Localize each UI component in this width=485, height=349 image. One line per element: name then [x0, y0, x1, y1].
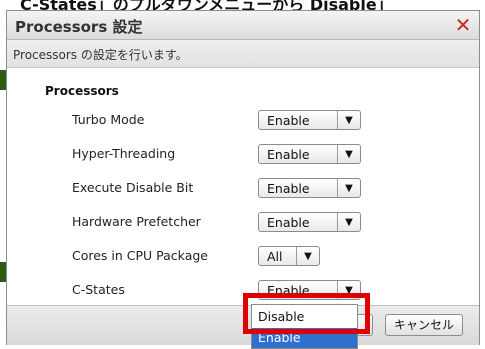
- dropdown-option-disable[interactable]: Disable: [252, 307, 357, 327]
- hardware-prefetcher-value: Enable: [267, 214, 310, 230]
- triangle-down-icon: ▼: [345, 148, 353, 160]
- dropdown-option-enable[interactable]: Enable: [252, 328, 357, 348]
- c-states-dropdown-list: Disable Enable: [251, 304, 358, 349]
- cores-in-cpu-package-value: All: [267, 248, 283, 264]
- execute-disable-bit-select[interactable]: Enable ▼: [258, 178, 361, 198]
- dialog-subtitle: Processors の設定を行います。: [13, 48, 188, 62]
- c-states-value: Enable: [267, 282, 310, 298]
- execute-disable-bit-label: Execute Disable Bit: [72, 180, 194, 195]
- triangle-down-icon: ▼: [345, 114, 353, 126]
- caption-strip: C-States」のプルダウンメニューから Disable」: [0, 0, 485, 10]
- dialog-title: Processors 設定: [15, 18, 143, 36]
- hardware-prefetcher-label: Hardware Prefetcher: [72, 214, 201, 229]
- turbo-mode-label: Turbo Mode: [72, 112, 145, 127]
- triangle-down-icon: ▼: [345, 216, 353, 228]
- triangle-down-icon: ▼: [345, 284, 353, 296]
- cancel-button[interactable]: キャンセル: [385, 314, 463, 336]
- triangle-down-icon: ▼: [345, 182, 353, 194]
- close-icon[interactable]: ✕: [453, 15, 473, 35]
- hyper-threading-select[interactable]: Enable ▼: [258, 144, 361, 164]
- triangle-down-icon: ▼: [304, 250, 312, 262]
- cores-in-cpu-package-select[interactable]: All ▼: [258, 246, 320, 266]
- c-states-label: C-States: [72, 282, 125, 297]
- hyper-threading-value: Enable: [267, 146, 310, 162]
- caption-text: C-States」のプルダウンメニューから Disable」: [20, 0, 393, 10]
- cores-in-cpu-package-label: Cores in CPU Package: [72, 248, 208, 263]
- dialog-titlebar: Processors 設定 ✕: [7, 11, 479, 40]
- processors-settings-dialog: Processors 設定 ✕ Processors の設定を行います。 Pro…: [6, 10, 480, 345]
- section-title: Processors: [45, 84, 119, 98]
- dialog-footer: キャンセル: [7, 305, 479, 345]
- hardware-prefetcher-select[interactable]: Enable ▼: [258, 212, 361, 232]
- dialog-subheader: Processors の設定を行います。: [7, 40, 479, 68]
- execute-disable-bit-value: Enable: [267, 180, 310, 196]
- hyper-threading-label: Hyper-Threading: [72, 146, 176, 161]
- turbo-mode-value: Enable: [267, 112, 310, 128]
- c-states-select[interactable]: Enable ▼: [258, 280, 361, 300]
- turbo-mode-select[interactable]: Enable ▼: [258, 110, 361, 130]
